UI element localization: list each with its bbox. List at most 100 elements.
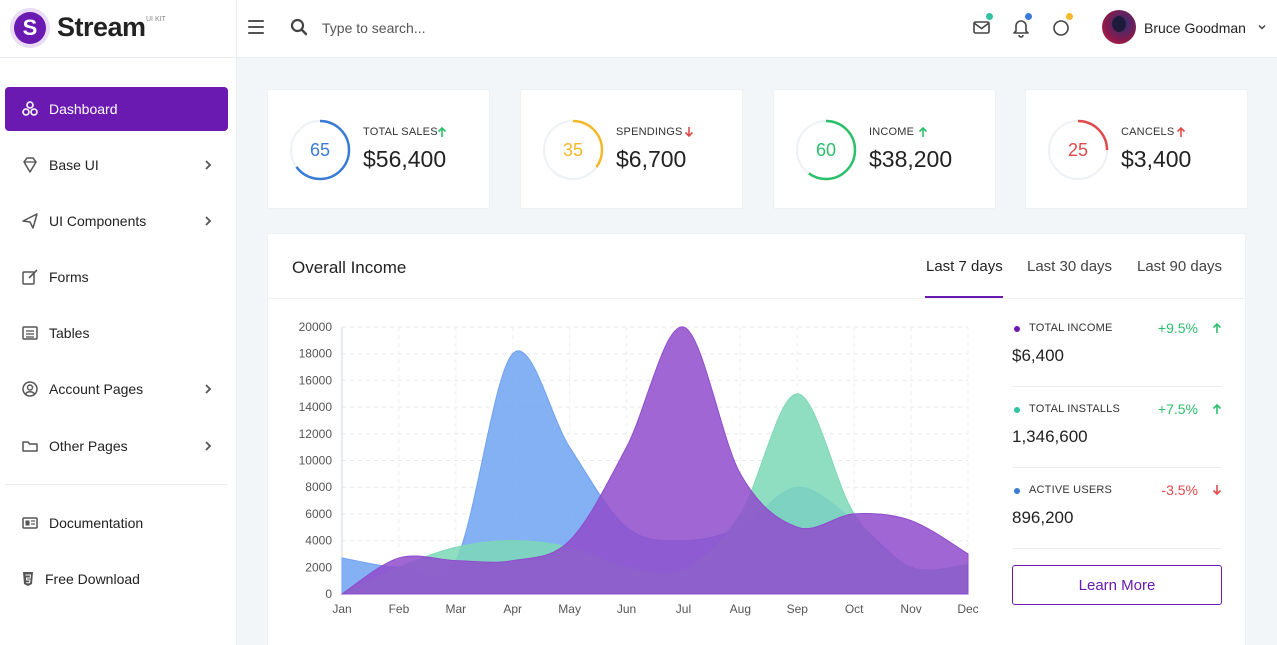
chevron-right-icon: [205, 216, 212, 226]
logo-icon: S: [10, 8, 50, 48]
arrow-down-icon: [684, 127, 694, 138]
stat-card-total-sales: 65 TOTAL SALES $56,400: [267, 89, 490, 209]
metric-change: +9.5%: [1157, 320, 1198, 336]
stat-label: SPENDINGS: [616, 126, 683, 138]
sidebar-item-base-ui[interactable]: Base UI: [5, 143, 228, 187]
x-tick-label: Dec: [957, 602, 978, 616]
sidebar-item-label: Dashboard: [49, 101, 118, 117]
stat-amount: $38,200: [869, 146, 953, 172]
user-name[interactable]: Bruce Goodman: [1144, 20, 1246, 36]
stat-card-income: 60 INCOME $38,200: [773, 89, 996, 209]
html5-icon: [23, 572, 33, 586]
x-tick-label: Sep: [787, 602, 809, 616]
legend-dot: [1014, 407, 1020, 413]
stat-ring-value: 60: [815, 140, 837, 160]
sidebar-item-tables[interactable]: Tables: [5, 311, 228, 355]
sidebar-item-documentation[interactable]: Documentation: [5, 501, 228, 545]
y-tick-label: 16000: [299, 373, 333, 387]
stat-ring-value: 25: [1067, 140, 1089, 160]
chevron-right-icon: [205, 441, 212, 451]
tab-last-90-days[interactable]: Last 90 days: [1137, 258, 1222, 275]
stat-label: INCOME: [869, 126, 915, 138]
stat-amount: $56,400: [363, 146, 447, 172]
brand[interactable]: S Stream UI KIT: [0, 0, 237, 58]
stat-ring-value: 35: [562, 140, 584, 160]
metric-active-users: ACTIVE USERS -3.5% 896,200: [1012, 468, 1222, 549]
x-tick-label: May: [558, 602, 581, 616]
sidebar-divider: [5, 484, 228, 485]
arrow-up-icon: [918, 126, 928, 137]
stat-ring-value: 65: [309, 140, 331, 160]
arrow-up-icon: [1176, 126, 1186, 137]
metric-value: 1,346,600: [1012, 427, 1088, 446]
arrow-up-icon: [1212, 403, 1222, 414]
folder-icon: [22, 441, 38, 452]
sidebar-item-account-pages[interactable]: Account Pages: [5, 367, 228, 411]
x-tick-label: Jun: [617, 602, 636, 616]
avatar[interactable]: [1102, 10, 1136, 44]
y-tick-label: 10000: [299, 454, 333, 468]
paper-plane-icon: [22, 213, 38, 229]
income-area-chart: 0 2000 4000 6000 8000 10000 12000 14000 16000 180…: [299, 320, 979, 616]
tab-last-30-days[interactable]: Last 30 days: [1027, 258, 1112, 275]
stat-label: TOTAL SALES: [363, 126, 438, 138]
x-tick-label: Apr: [503, 602, 522, 616]
sidebar-item-label: Other Pages: [49, 438, 128, 454]
metric-change: -3.5%: [1161, 482, 1198, 498]
metric-divider: [1012, 548, 1222, 549]
legend-dot: [1014, 488, 1020, 494]
y-tick-label: 18000: [299, 347, 333, 361]
x-tick-label: Mar: [445, 602, 466, 616]
brand-name: Stream: [57, 12, 146, 42]
sidebar-item-label: Tables: [49, 325, 90, 341]
sidebar-item-label: Account Pages: [49, 381, 144, 397]
sidebar: Dashboard Base UI UI Components Forms Ta…: [0, 58, 237, 645]
tab-last-7-days[interactable]: Last 7 days: [926, 258, 1003, 275]
stat-card-cancels: 25 CANCELS $3,400: [1025, 89, 1248, 209]
dashboard-icon: [22, 101, 38, 116]
user-circle-icon: [22, 381, 38, 397]
chevron-down-icon[interactable]: [1257, 22, 1267, 32]
chevron-right-icon: [205, 384, 212, 394]
metric-change: +7.5%: [1157, 401, 1198, 417]
sidebar-item-ui-components[interactable]: UI Components: [5, 199, 228, 243]
sidebar-item-label: Base UI: [49, 157, 99, 173]
card-divider: [268, 298, 1245, 299]
y-tick-label: 8000: [305, 480, 332, 494]
activity-badge-dot: [1066, 13, 1073, 20]
arrow-down-icon: [1212, 485, 1222, 496]
y-tick-label: 0: [325, 587, 332, 601]
y-tick-label: 20000: [299, 320, 333, 334]
x-tick-label: Nov: [900, 602, 921, 616]
metric-total-income: TOTAL INCOME +9.5% $6,400: [1012, 306, 1222, 387]
stat-amount: $6,700: [616, 146, 687, 172]
stat-amount: $3,400: [1121, 146, 1192, 172]
search-input[interactable]: [314, 14, 574, 42]
x-tick-label: Aug: [730, 602, 751, 616]
sidebar-item-label: Forms: [49, 269, 89, 285]
y-tick-label: 4000: [305, 534, 332, 548]
y-tick-label: 12000: [299, 427, 333, 441]
edit-icon: [22, 269, 38, 285]
menu-toggle-icon[interactable]: [248, 20, 264, 36]
mail-badge-dot: [986, 13, 993, 20]
arrow-up-icon: [1212, 322, 1222, 333]
arrow-up-icon: [437, 126, 447, 137]
y-tick-label: 14000: [299, 400, 333, 414]
bell-badge-dot: [1025, 13, 1032, 20]
logo-letter: S: [14, 12, 46, 44]
x-tick-label: Oct: [845, 602, 864, 616]
y-tick-label: 2000: [305, 560, 332, 574]
x-tick-label: Jan: [332, 602, 351, 616]
y-tick-label: 6000: [305, 507, 332, 521]
sidebar-item-forms[interactable]: Forms: [5, 255, 228, 299]
brand-kit-label: UI KIT: [146, 16, 166, 23]
sidebar-item-free-download[interactable]: Free Download: [5, 557, 228, 601]
learn-more-button[interactable]: Learn More: [1012, 565, 1222, 605]
sidebar-item-dashboard[interactable]: Dashboard: [5, 87, 228, 131]
metric-value: 896,200: [1012, 508, 1074, 527]
sidebar-item-other-pages[interactable]: Other Pages: [5, 424, 228, 468]
top-bar: S Stream UI KIT Bruce Goodman: [0, 0, 1277, 58]
diamond-icon: [23, 157, 37, 173]
metric-label: ACTIVE USERS: [1029, 484, 1113, 496]
